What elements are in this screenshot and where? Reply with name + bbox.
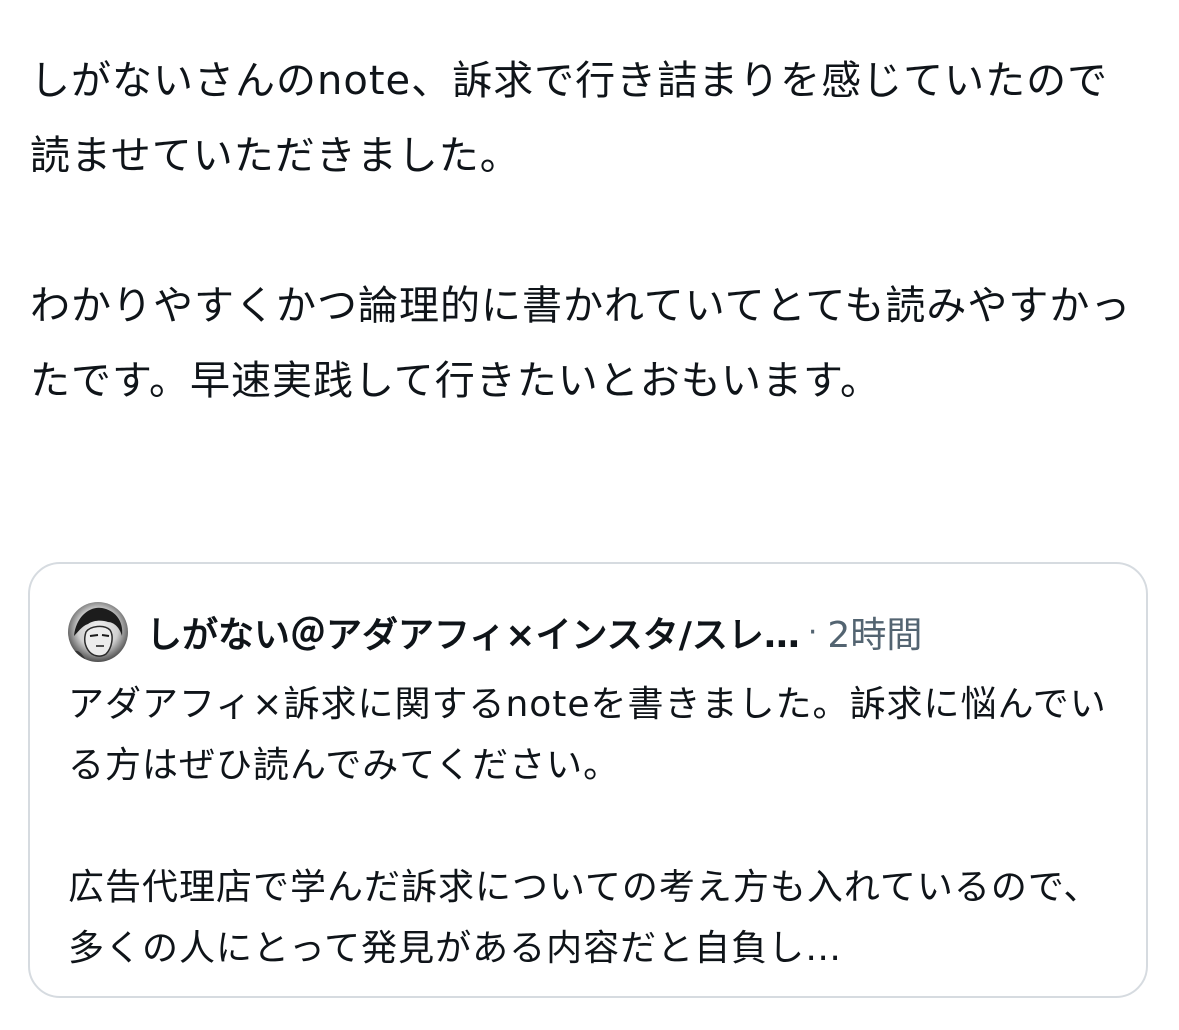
quoted-paragraph: 広告代理店で学んだ訴求についての考え方も入れているので、多くの人にとって発見があ…	[68, 867, 1101, 969]
quoted-author-name[interactable]: しがない＠アダアフィ×インスタ/スレ…	[146, 606, 800, 658]
quoted-tweet-text: アダアフィ×訴求に関するnoteを書きました。訴求に悩んでいる方はぜひ読んでみて…	[68, 674, 1118, 979]
avatar-illustration-icon	[72, 607, 123, 662]
quoted-tweet-header: しがない＠アダアフィ×インスタ/スレ… · 2時間	[68, 602, 1116, 662]
quoted-tweet-card[interactable]: しがない＠アダアフィ×インスタ/スレ… · 2時間 アダアフィ×訴求に関するno…	[28, 562, 1148, 998]
quoted-timestamp[interactable]: 2時間	[827, 606, 922, 658]
tweet-text: しがないさんのnote、訴求で行き詰まりを感じていたので読ませていただきました。…	[30, 44, 1145, 419]
separator-dot: ·	[807, 614, 818, 650]
tweet-paragraph: わかりやすくかつ論理的に書かれていてとても読みやすかったです。早速実践して行きた…	[30, 283, 1132, 404]
tweet-paragraph: しがないさんのnote、訴求で行き詰まりを感じていたので読ませていただきました。	[30, 58, 1109, 179]
quoted-paragraph: アダアフィ×訴求に関するnoteを書きました。訴求に悩んでいる方はぜひ読んでみて…	[68, 684, 1107, 786]
avatar[interactable]	[68, 602, 128, 662]
